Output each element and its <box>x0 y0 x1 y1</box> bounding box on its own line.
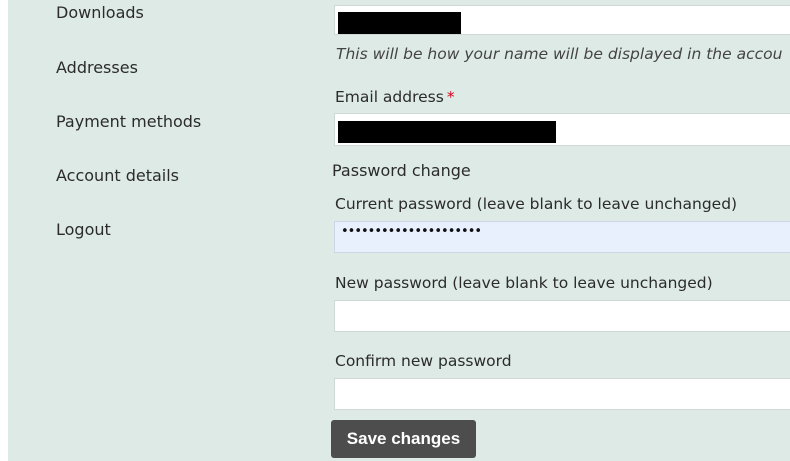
display-name-field[interactable] <box>334 5 790 35</box>
email-label: Email address * <box>335 88 455 106</box>
sidebar-item-payment-methods[interactable]: Payment methods <box>56 112 201 131</box>
current-password-value: ••••••••••••••••••••• <box>341 224 482 239</box>
sidebar-item-logout[interactable]: Logout <box>56 220 111 239</box>
save-changes-button[interactable]: Save changes <box>331 420 476 458</box>
confirm-password-label: Confirm new password <box>335 352 512 370</box>
email-label-text: Email address <box>335 88 444 106</box>
sidebar-item-addresses[interactable]: Addresses <box>56 58 138 77</box>
required-mark: * <box>446 88 455 106</box>
display-name-hint: This will be how your name will be displ… <box>336 45 783 63</box>
new-password-label: New password (leave blank to leave uncha… <box>335 274 713 292</box>
sidebar-item-downloads[interactable]: Downloads <box>56 3 144 22</box>
password-change-legend: Password change <box>332 161 471 180</box>
current-password-label: Current password (leave blank to leave u… <box>335 195 738 213</box>
sidebar-item-account-details[interactable]: Account details <box>56 166 179 185</box>
redacted-display-name <box>338 12 461 34</box>
redacted-email <box>338 121 556 143</box>
confirm-password-field[interactable] <box>334 378 790 410</box>
new-password-field[interactable] <box>334 300 790 332</box>
email-field[interactable] <box>334 113 790 146</box>
current-password-field[interactable]: ••••••••••••••••••••• <box>334 221 790 253</box>
